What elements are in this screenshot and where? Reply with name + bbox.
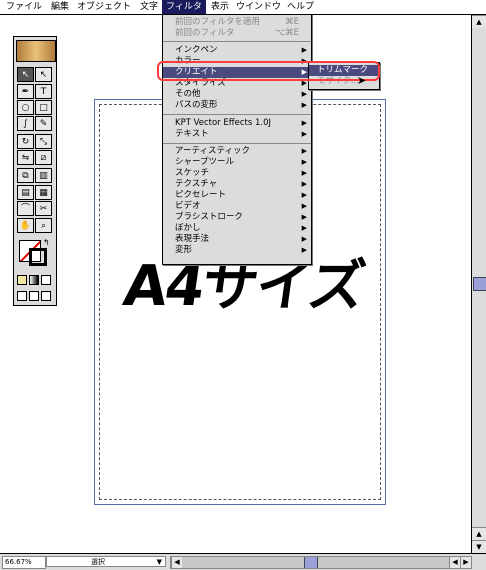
zoom-icon[interactable]: ⌕ bbox=[35, 218, 52, 233]
dropdown-arrow-icon: ▼ bbox=[156, 558, 162, 566]
vertical-scroll-thumb[interactable] bbox=[473, 277, 486, 291]
menu-item-render[interactable]: 表現手法 ▶ bbox=[163, 234, 311, 245]
shear-icon[interactable]: ⧄ bbox=[35, 150, 52, 165]
menu-item-sharpen[interactable]: シャープツール ▶ bbox=[163, 157, 311, 168]
fill-stroke-area: ↰ bbox=[17, 238, 53, 270]
mouse-pointer-icon: ➤ bbox=[357, 74, 367, 87]
status-mode-popup[interactable]: 選択 ▼ bbox=[46, 556, 166, 567]
app-logo-icon bbox=[16, 40, 56, 62]
rectangle-icon[interactable]: □ bbox=[35, 100, 52, 115]
horizontal-scroll-thumb[interactable] bbox=[304, 557, 318, 568]
menu-bar: ファイル 編集 オブジェクト 文字 フィルタ 表示 ウインドウ ヘルプ bbox=[0, 0, 486, 15]
zoom-level-field[interactable]: 66.67% bbox=[2, 556, 46, 569]
annotation-highlight-ring bbox=[157, 61, 380, 81]
scroll-up-arrow-icon[interactable]: ▲ bbox=[472, 527, 486, 540]
gradient-mode-icon[interactable] bbox=[29, 275, 39, 285]
eyedropper-icon[interactable]: ⌒ bbox=[17, 201, 34, 216]
menu-edit[interactable]: 編集 bbox=[51, 0, 69, 14]
menu-separator bbox=[163, 114, 311, 115]
type-icon[interactable]: T bbox=[35, 84, 52, 99]
ellipse-icon[interactable]: ○ bbox=[17, 100, 34, 115]
scroll-left-arrow-icon[interactable]: ◀ bbox=[171, 557, 182, 568]
none-mode-icon[interactable] bbox=[41, 275, 51, 285]
swap-colors-icon[interactable]: ↰ bbox=[43, 238, 50, 247]
blend-icon[interactable]: ⧉ bbox=[17, 168, 34, 183]
menu-item-ink-pen[interactable]: インクペン ▶ bbox=[163, 45, 311, 56]
document-title-text[interactable]: A4サイズ bbox=[120, 254, 368, 319]
standard-screen-mode-icon[interactable] bbox=[17, 291, 27, 301]
vertical-scrollbar[interactable]: ▲ ▲ ▼ bbox=[471, 15, 486, 553]
menu-item-video[interactable]: ビデオ ▶ bbox=[163, 201, 311, 212]
menu-item-last-filter: 前回のフィルタ ⌥⌘E bbox=[175, 28, 299, 38]
color-mode-icon[interactable] bbox=[17, 275, 27, 285]
scroll-right-arrow-icon[interactable]: ▶ bbox=[460, 557, 471, 568]
menu-item-apply-last-filter: 前回のフィルタを適用 ⌘E bbox=[175, 17, 299, 27]
menu-item-transform[interactable]: 変形 ▶ bbox=[163, 245, 311, 256]
menu-item-blur[interactable]: ぼかし ▶ bbox=[163, 223, 311, 234]
scroll-left-arrow-icon[interactable]: ◀ bbox=[449, 557, 460, 568]
horizontal-scrollbar[interactable]: ◀ ◀ ▶ bbox=[170, 556, 472, 569]
reflect-icon[interactable]: ⇋ bbox=[17, 150, 34, 165]
mesh-icon[interactable]: ▦ bbox=[35, 185, 52, 200]
status-bar: 66.67% 選択 ▼ ◀ ◀ ▶ bbox=[0, 553, 486, 570]
menu-object[interactable]: オブジェクト bbox=[77, 0, 131, 14]
full-screen-mode-icon[interactable] bbox=[41, 291, 51, 301]
hand-icon[interactable]: ✋ bbox=[17, 218, 34, 233]
menu-item-sketch[interactable]: スケッチ ▶ bbox=[163, 168, 311, 179]
menu-help[interactable]: ヘルプ bbox=[287, 0, 314, 14]
rotate-icon[interactable]: ↻ bbox=[17, 134, 34, 149]
menu-item-text[interactable]: テキスト ▶ bbox=[163, 129, 311, 140]
menu-item-distort[interactable]: パスの変形 ▶ bbox=[163, 100, 311, 111]
full-screen-menu-mode-icon[interactable] bbox=[29, 291, 39, 301]
menu-item-brush-strokes[interactable]: ブラシストローク ▶ bbox=[163, 212, 311, 223]
menu-file[interactable]: ファイル bbox=[6, 0, 42, 14]
pen-icon[interactable]: ✒ bbox=[17, 84, 34, 99]
selection-icon[interactable]: ↖ bbox=[17, 67, 34, 82]
menu-item-pixelate[interactable]: ピクセレート ▶ bbox=[163, 190, 311, 201]
scale-icon[interactable]: ⤡ bbox=[35, 134, 52, 149]
menu-item-other[interactable]: その他 ▶ bbox=[163, 89, 311, 100]
scroll-down-arrow-icon[interactable]: ▼ bbox=[472, 540, 486, 553]
menu-item-artistic[interactable]: アーティスティック ▶ bbox=[163, 146, 311, 157]
menu-window[interactable]: ウインドウ bbox=[236, 0, 281, 14]
menu-view[interactable]: 表示 bbox=[211, 0, 229, 14]
menu-separator bbox=[163, 41, 311, 42]
stroke-color-box[interactable] bbox=[29, 248, 47, 266]
pencil-icon[interactable]: ✎ bbox=[35, 116, 52, 131]
menu-item-kpt-vector-effects[interactable]: KPT Vector Effects 1.0J ▶ bbox=[163, 118, 311, 129]
graph-icon[interactable]: ▥ bbox=[35, 168, 52, 183]
gradient-icon[interactable]: ▤ bbox=[17, 185, 34, 200]
menu-filter[interactable]: フィルタ bbox=[162, 0, 206, 14]
direct-selection-icon[interactable]: ↖ bbox=[35, 67, 52, 82]
scroll-up-arrow-icon[interactable]: ▲ bbox=[472, 15, 486, 28]
menu-type[interactable]: 文字 bbox=[140, 0, 158, 14]
status-mode-label: 選択 bbox=[91, 558, 105, 566]
paintbrush-icon[interactable]: ∫ bbox=[17, 116, 34, 131]
filter-menu-dropdown: 前回のフィルタを適用 ⌘E 前回のフィルタ ⌥⌘E インクペン ▶ カラー ▶ クリエイ… bbox=[162, 14, 312, 265]
menu-separator bbox=[163, 143, 311, 144]
scissors-icon[interactable]: ✂ bbox=[35, 201, 52, 216]
menu-item-texture[interactable]: テクスチャ ▶ bbox=[163, 179, 311, 190]
toolbox-palette: ↖ ↖ ✒ T ○ □ ∫ ✎ ↻ ⤡ ⇋ ⧄ ⧉ ▥ ▤ ▦ ⌒ ✂ ✋ ⌕ … bbox=[13, 36, 57, 306]
